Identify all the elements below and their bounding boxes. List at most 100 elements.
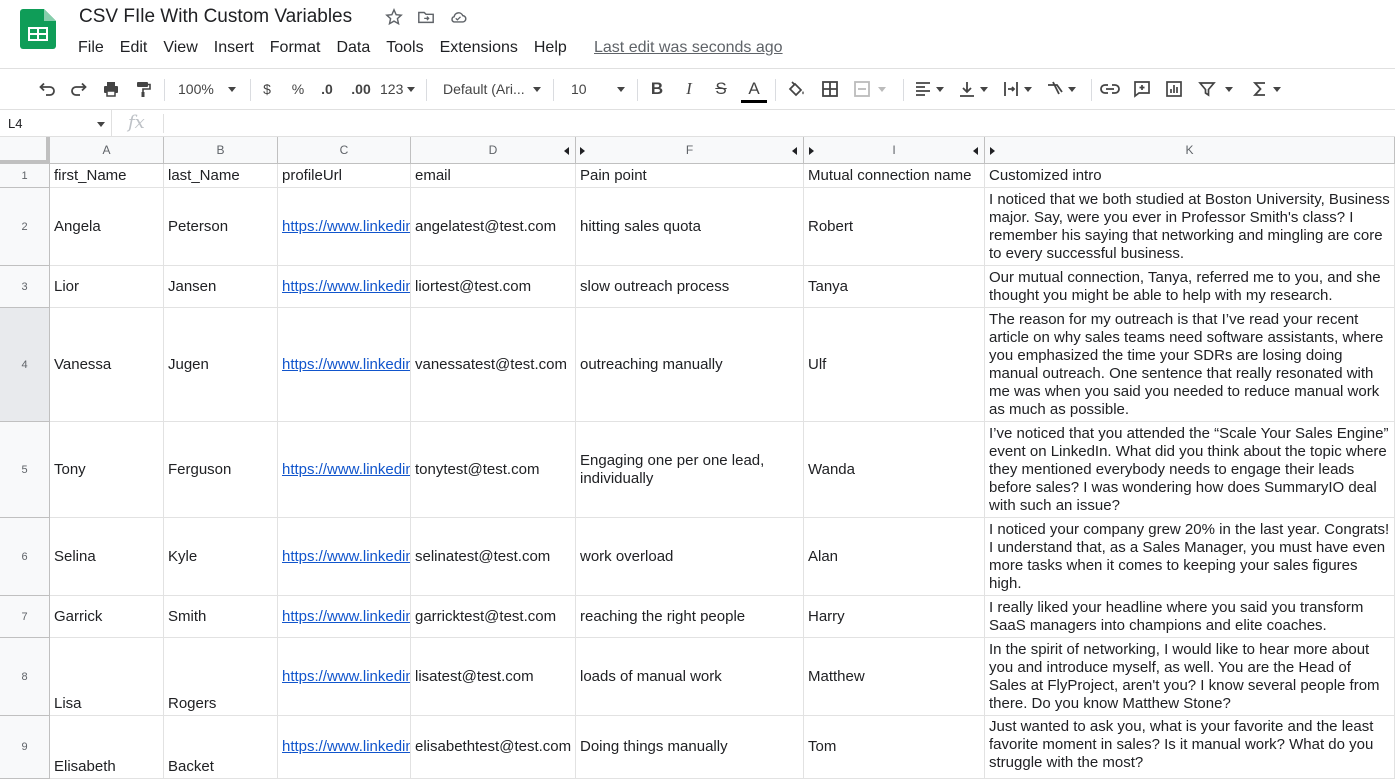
profile-url-link[interactable]: https://www.linkedin.com/in/ <box>278 308 411 422</box>
row-header[interactable]: 2 <box>0 188 50 266</box>
hidden-column-left-arrow-icon[interactable] <box>973 147 978 155</box>
column-header-i[interactable]: I <box>804 137 985 164</box>
profile-url-link[interactable]: https://www.linkedin.com/in/ <box>278 188 411 266</box>
table-cell[interactable]: selinatest@test.com <box>411 518 576 596</box>
table-cell[interactable]: email <box>411 164 576 188</box>
menu-format[interactable]: Format <box>270 39 321 57</box>
more-formats-button[interactable]: 123 <box>380 77 416 101</box>
text-wrapping-icon[interactable] <box>1001 77 1039 101</box>
sheets-logo-icon[interactable] <box>20 9 56 49</box>
filter-icon[interactable] <box>1197 77 1239 101</box>
name-box[interactable]: L4 <box>0 110 112 137</box>
table-cell[interactable]: reaching the right people <box>576 596 804 638</box>
merge-cells-icon[interactable] <box>852 77 896 101</box>
hidden-column-right-arrow-icon[interactable] <box>990 147 995 155</box>
menu-file[interactable]: File <box>78 39 104 57</box>
formula-input[interactable] <box>170 110 1370 137</box>
bold-button[interactable]: B <box>647 77 667 101</box>
table-cell[interactable]: Tom <box>804 716 985 779</box>
insert-comment-icon[interactable] <box>1131 77 1153 101</box>
font-size-select[interactable]: 10 <box>571 77 629 101</box>
table-cell[interactable]: Tony <box>50 422 164 518</box>
insert-link-icon[interactable] <box>1099 77 1121 101</box>
table-cell[interactable]: last_Name <box>164 164 278 188</box>
table-cell[interactable]: Our mutual connection, Tanya, referred m… <box>985 266 1395 308</box>
row-header[interactable]: 4 <box>0 308 50 422</box>
decrease-decimal-button[interactable]: .0 <box>316 77 338 101</box>
row-header[interactable]: 6 <box>0 518 50 596</box>
table-cell[interactable]: I really liked your headline where you s… <box>985 596 1395 638</box>
horizontal-align-icon[interactable] <box>913 77 951 101</box>
insert-chart-icon[interactable] <box>1163 77 1185 101</box>
profile-url-link[interactable]: https://www.linkedin.com/in/ <box>278 716 411 779</box>
functions-icon[interactable] <box>1250 77 1282 101</box>
menu-tools[interactable]: Tools <box>386 39 423 57</box>
column-header-d[interactable]: D <box>411 137 576 164</box>
profile-url-link[interactable]: https://www.linkedin.com/in/ <box>278 596 411 638</box>
increase-decimal-button[interactable]: .00 <box>348 77 374 101</box>
document-title[interactable]: CSV FIle With Custom Variables <box>79 6 352 28</box>
table-cell[interactable]: Jansen <box>164 266 278 308</box>
select-all-corner[interactable] <box>0 137 50 164</box>
print-icon[interactable] <box>100 77 122 101</box>
menu-help[interactable]: Help <box>534 39 567 57</box>
table-cell[interactable]: Rogers <box>164 638 278 716</box>
table-cell[interactable]: hitting sales quota <box>576 188 804 266</box>
menu-insert[interactable]: Insert <box>214 39 254 57</box>
table-cell[interactable]: Vanessa <box>50 308 164 422</box>
table-cell[interactable]: angelatest@test.com <box>411 188 576 266</box>
table-cell[interactable]: Robert <box>804 188 985 266</box>
column-header-f[interactable]: F <box>576 137 804 164</box>
table-cell[interactable]: Lisa <box>50 638 164 716</box>
column-header-b[interactable]: B <box>164 137 278 164</box>
menu-extensions[interactable]: Extensions <box>440 39 518 57</box>
table-cell[interactable]: Smith <box>164 596 278 638</box>
table-cell[interactable]: liortest@test.com <box>411 266 576 308</box>
table-cell[interactable]: The reason for my outreach is that I’ve … <box>985 308 1395 422</box>
font-family-select[interactable]: Default (Ari... <box>443 77 545 101</box>
table-cell[interactable]: Harry <box>804 596 985 638</box>
profile-url-link[interactable]: https://www.linkedin.com/in/ <box>278 422 411 518</box>
profile-url-link[interactable]: https://www.linkedin.com/in/ <box>278 518 411 596</box>
table-cell[interactable]: In the spirit of networking, I would lik… <box>985 638 1395 716</box>
column-header-k[interactable]: K <box>985 137 1395 164</box>
paint-format-icon[interactable] <box>132 77 154 101</box>
last-edit-link[interactable]: Last edit was seconds ago <box>594 39 783 57</box>
table-cell[interactable]: slow outreach process <box>576 266 804 308</box>
table-cell[interactable]: Jugen <box>164 308 278 422</box>
table-cell[interactable]: Garrick <box>50 596 164 638</box>
table-cell[interactable]: Selina <box>50 518 164 596</box>
borders-icon[interactable] <box>819 77 841 101</box>
table-cell[interactable]: Wanda <box>804 422 985 518</box>
redo-icon[interactable] <box>68 77 90 101</box>
table-cell[interactable]: Kyle <box>164 518 278 596</box>
text-color-button[interactable]: A <box>741 77 767 103</box>
menu-data[interactable]: Data <box>336 39 370 57</box>
table-cell[interactable]: Angela <box>50 188 164 266</box>
table-cell[interactable]: outreaching manually <box>576 308 804 422</box>
row-header[interactable]: 3 <box>0 266 50 308</box>
table-cell[interactable]: Mutual connection name <box>804 164 985 188</box>
move-folder-icon[interactable] <box>417 8 435 26</box>
table-cell[interactable]: Backet <box>164 716 278 779</box>
table-cell[interactable]: garricktest@test.com <box>411 596 576 638</box>
table-cell[interactable]: Customized intro <box>985 164 1395 188</box>
text-rotation-icon[interactable] <box>1045 77 1083 101</box>
table-cell[interactable]: Matthew <box>804 638 985 716</box>
table-cell[interactable]: Peterson <box>164 188 278 266</box>
table-cell[interactable]: work overload <box>576 518 804 596</box>
table-cell[interactable]: Pain point <box>576 164 804 188</box>
table-cell[interactable]: loads of manual work <box>576 638 804 716</box>
table-cell[interactable]: Ulf <box>804 308 985 422</box>
hidden-column-right-arrow-icon[interactable] <box>580 147 585 155</box>
table-cell[interactable]: first_Name <box>50 164 164 188</box>
hidden-column-right-arrow-icon[interactable] <box>809 147 814 155</box>
table-cell[interactable]: Lior <box>50 266 164 308</box>
table-cell[interactable]: Just wanted to ask you, what is your fav… <box>985 716 1395 779</box>
italic-button[interactable]: I <box>679 77 699 101</box>
table-cell[interactable]: lisatest@test.com <box>411 638 576 716</box>
table-cell[interactable]: Alan <box>804 518 985 596</box>
cloud-status-icon[interactable] <box>449 8 467 26</box>
table-cell[interactable]: tonytest@test.com <box>411 422 576 518</box>
table-cell[interactable]: vanessatest@test.com <box>411 308 576 422</box>
